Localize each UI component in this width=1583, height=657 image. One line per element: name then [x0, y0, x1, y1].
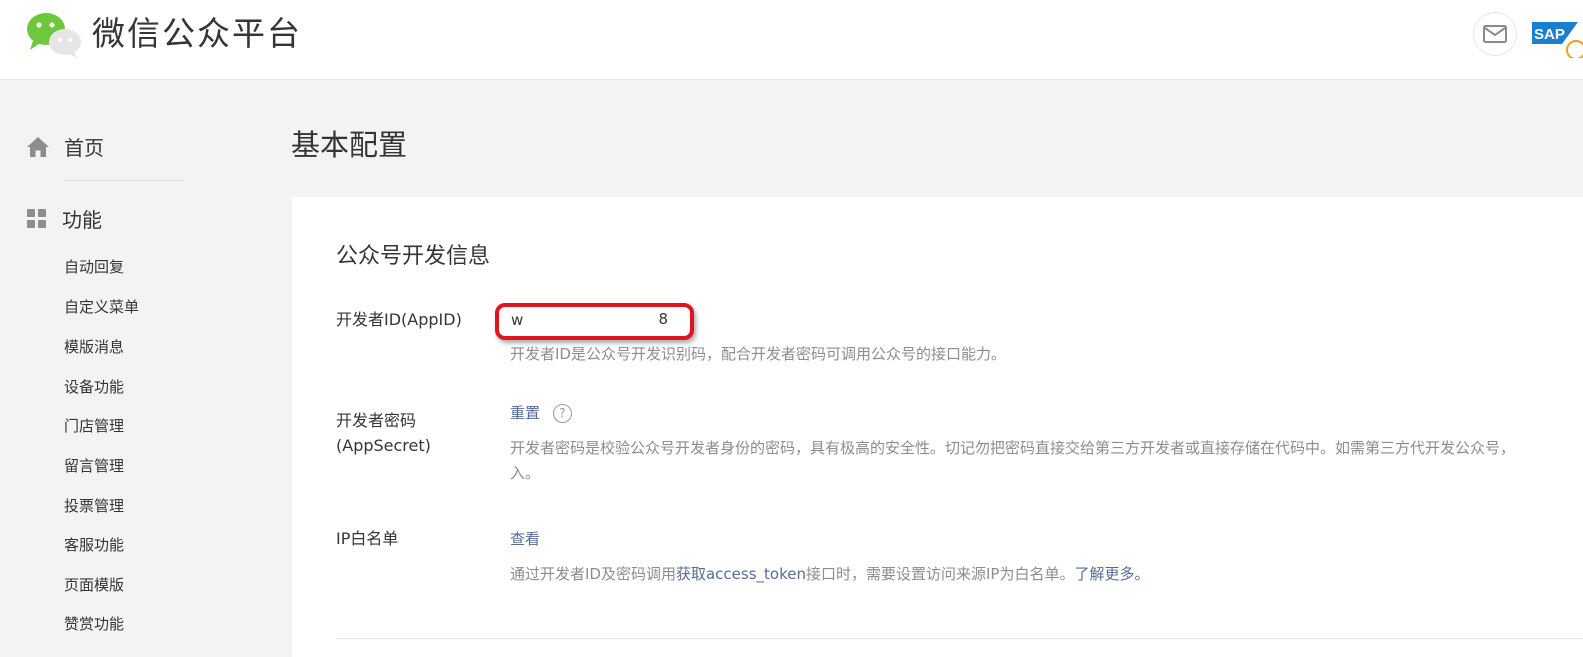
- sidebar-item-voting[interactable]: 投票管理: [64, 495, 124, 516]
- sidebar-item-functions[interactable]: 功能: [26, 204, 102, 233]
- sidebar-item-auto-reply[interactable]: 自动回复: [64, 256, 124, 277]
- sidebar-functions-label: 功能: [62, 208, 102, 232]
- sidebar-item-custom-menu[interactable]: 自定义菜单: [64, 296, 139, 317]
- platform-title[interactable]: 微信公众平台: [92, 14, 302, 54]
- top-bar: 微信公众平台 SAP: [0, 0, 1583, 80]
- sidebar-item-template-message[interactable]: 模版消息: [64, 336, 124, 357]
- home-icon: [27, 136, 49, 157]
- sidebar-item-reward[interactable]: 赞赏功能: [64, 613, 124, 634]
- appid-description: 开发者ID是公众号开发识别码，配合开发者密码可调用公众号的接口能力。: [510, 345, 1006, 363]
- help-icon[interactable]: ?: [552, 403, 572, 423]
- appid-value: w 8: [495, 303, 694, 340]
- access-token-link[interactable]: 获取access_token: [676, 565, 806, 583]
- sidebar-item-page-template[interactable]: 页面模版: [64, 574, 124, 595]
- ip-whitelist-actions: 查看: [510, 528, 540, 549]
- appid-value-start: w: [511, 311, 524, 329]
- sidebar-item-comments[interactable]: 留言管理: [64, 455, 124, 476]
- appsecret-actions: 重置 ?: [510, 402, 572, 423]
- svg-text:SAP: SAP: [1534, 26, 1565, 43]
- wechat-logo[interactable]: [24, 9, 84, 59]
- section-title: 公众号开发信息: [336, 244, 491, 269]
- grid-icon: [27, 208, 46, 228]
- sidebar-item-store[interactable]: 门店管理: [64, 415, 124, 436]
- sidebar-divider: [64, 180, 184, 181]
- sidebar-item-customer-service[interactable]: 客服功能: [64, 534, 124, 555]
- appid-value-end: 8: [658, 310, 668, 328]
- ip-whitelist-label: IP白名单: [336, 529, 399, 548]
- dev-info-card: 公众号开发信息 开发者ID(AppID) w 8 开发者ID是公众号开发识别码，…: [292, 197, 1583, 657]
- appsecret-label-line2: (AppSecret): [336, 436, 431, 455]
- page-title: 基本配置: [291, 128, 408, 162]
- sidebar: 首页 功能 自动回复 自定义菜单 模版消息 设备功能 门店管理 留言管理 投票管…: [0, 80, 260, 657]
- ip-whitelist-description: 通过开发者ID及密码调用获取access_token接口时，需要设置访问来源IP…: [510, 562, 1149, 587]
- sidebar-item-home[interactable]: 首页: [26, 132, 104, 161]
- appsecret-label-line1: 开发者密码: [336, 411, 417, 430]
- sap-logo: SAP: [1532, 22, 1583, 58]
- ip-desc-prefix: 通过开发者ID及密码调用: [510, 565, 676, 583]
- mail-icon: [1483, 25, 1507, 43]
- learn-more-link[interactable]: 了解更多。: [1074, 565, 1149, 583]
- mail-button[interactable]: [1473, 12, 1517, 56]
- appsecret-description-line2: 入。: [510, 464, 541, 482]
- ip-desc-middle: 接口时，需要设置访问来源IP为白名单。: [805, 565, 1075, 583]
- sidebar-item-device[interactable]: 设备功能: [64, 376, 124, 397]
- sidebar-home-label: 首页: [64, 136, 104, 160]
- view-whitelist-link[interactable]: 查看: [510, 530, 540, 548]
- card-divider: [336, 638, 1583, 639]
- appid-label: 开发者ID(AppID): [336, 310, 462, 329]
- account-avatar[interactable]: SAP: [1532, 18, 1583, 58]
- reset-secret-link[interactable]: 重置: [510, 404, 540, 422]
- appsecret-description-line1: 开发者密码是校验公众号开发者身份的密码，具有极高的安全性。切记勿把密码直接交给第…: [510, 439, 1516, 457]
